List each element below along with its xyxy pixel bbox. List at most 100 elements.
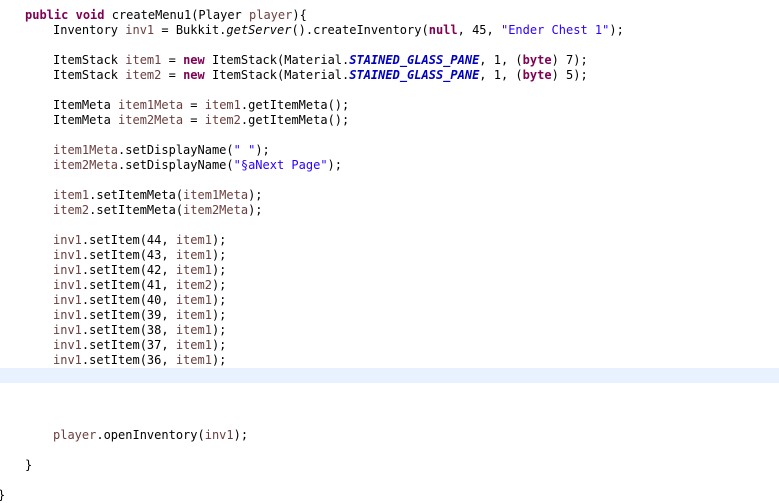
code-line[interactable]: player.openInventory(inv1); bbox=[0, 428, 779, 443]
code-text: inv1.setItem(40, item1); bbox=[53, 293, 226, 308]
code-token-plain: .setItem(44, bbox=[81, 233, 176, 247]
code-line[interactable]: public void createMenu1(Player player){ bbox=[0, 8, 779, 23]
code-token-plain: Inventory bbox=[53, 23, 126, 37]
code-line[interactable]: } bbox=[0, 488, 779, 503]
code-line[interactable] bbox=[0, 398, 779, 413]
code-token-kw: public bbox=[25, 8, 69, 22]
code-token-var: item1 bbox=[125, 53, 162, 67]
code-token-var: item1 bbox=[175, 308, 212, 322]
code-token-plain: ); bbox=[211, 233, 227, 247]
code-text: ItemMeta item1Meta = item1.getItemMeta()… bbox=[53, 98, 349, 113]
code-text: item2.setItemMeta(item2Meta); bbox=[53, 203, 263, 218]
code-token-plain: ); bbox=[211, 353, 227, 367]
code-text: } bbox=[0, 488, 5, 503]
code-line[interactable]: item2.setItemMeta(item2Meta); bbox=[0, 203, 779, 218]
code-token-plain: = bbox=[161, 53, 184, 67]
code-token-plain: .setItem(43, bbox=[81, 248, 176, 262]
code-token-plain: .setItem(42, bbox=[81, 263, 176, 277]
code-token-var: item2 bbox=[175, 278, 212, 292]
code-line[interactable]: inv1.setItem(44, item1); bbox=[0, 233, 779, 248]
code-token-plain: ); bbox=[211, 338, 227, 352]
code-text: ItemStack item1 = new ItemStack(Material… bbox=[53, 53, 588, 68]
code-token-var: inv1 bbox=[53, 338, 82, 352]
code-token-plain: .setItem(37, bbox=[81, 338, 176, 352]
code-token-const: STAINED_GLASS_PANE bbox=[349, 68, 480, 82]
code-text: player.openInventory(inv1); bbox=[53, 428, 248, 443]
code-line[interactable]: ItemMeta item2Meta = item2.getItemMeta()… bbox=[0, 113, 779, 128]
code-token-var: inv1 bbox=[53, 293, 82, 307]
code-token-const: STAINED_GLASS_PANE bbox=[349, 53, 480, 67]
code-token-var: inv1 bbox=[53, 353, 82, 367]
code-token-var: item1 bbox=[175, 353, 212, 367]
code-line[interactable] bbox=[0, 38, 779, 53]
code-token-plain: ); bbox=[233, 428, 249, 442]
code-token-plain: , 1, ( bbox=[479, 53, 523, 67]
code-token-var: inv1 bbox=[53, 263, 82, 277]
code-line[interactable]: inv1.setItem(40, item1); bbox=[0, 293, 779, 308]
code-line[interactable]: inv1.setItem(36, item1); bbox=[0, 353, 779, 368]
code-token-var: item1Meta bbox=[53, 143, 119, 157]
code-line[interactable]: Inventory inv1 = Bukkit.getServer().crea… bbox=[0, 23, 779, 38]
code-line[interactable] bbox=[0, 128, 779, 143]
code-token-plain: ){ bbox=[292, 8, 307, 22]
code-token-var: inv1 bbox=[53, 278, 82, 292]
code-token-plain: ) 5); bbox=[551, 68, 588, 82]
code-token-str: "Ender Chest 1" bbox=[500, 23, 610, 37]
code-line[interactable]: inv1.setItem(41, item2); bbox=[0, 278, 779, 293]
code-line[interactable]: inv1.setItem(37, item1); bbox=[0, 338, 779, 353]
code-line[interactable] bbox=[0, 218, 779, 233]
code-text: ItemStack item2 = new ItemStack(Material… bbox=[53, 68, 588, 83]
code-text: inv1.setItem(37, item1); bbox=[53, 338, 226, 353]
code-token-plain: ); bbox=[211, 263, 227, 277]
code-token-var: item1 bbox=[175, 323, 212, 337]
code-line[interactable] bbox=[0, 443, 779, 458]
code-editor[interactable]: public void createMenu1(Player player){I… bbox=[0, 0, 779, 502]
code-line[interactable] bbox=[0, 83, 779, 98]
code-token-var: item1Meta bbox=[183, 188, 249, 202]
code-line[interactable]: ItemStack item1 = new ItemStack(Material… bbox=[0, 53, 779, 68]
code-token-kw: new bbox=[183, 53, 205, 67]
code-token-plain: .setItem(38, bbox=[81, 323, 176, 337]
code-token-var: item1 bbox=[175, 233, 212, 247]
code-text: inv1.setItem(38, item1); bbox=[53, 323, 226, 338]
code-line[interactable] bbox=[0, 473, 779, 488]
code-token-var: inv1 bbox=[53, 248, 82, 262]
code-line[interactable]: } bbox=[0, 458, 779, 473]
code-line[interactable]: inv1.setItem(38, item1); bbox=[0, 323, 779, 338]
code-line[interactable]: item1Meta.setDisplayName(" "); bbox=[0, 143, 779, 158]
code-text: inv1.setItem(42, item1); bbox=[53, 263, 226, 278]
code-token-var: item2Meta bbox=[183, 203, 249, 217]
code-token-plain: ); bbox=[248, 203, 263, 217]
code-line[interactable] bbox=[0, 413, 779, 428]
code-token-plain: ItemMeta bbox=[53, 113, 119, 127]
code-token-var: inv1 bbox=[53, 233, 82, 247]
code-token-plain: ); bbox=[248, 188, 263, 202]
code-token-plain: ); bbox=[211, 308, 227, 322]
code-token-var: inv1 bbox=[125, 23, 155, 37]
code-line[interactable]: inv1.setItem(42, item1); bbox=[0, 263, 779, 278]
code-line[interactable]: inv1.setItem(39, item1); bbox=[0, 308, 779, 323]
code-token-kw: byte bbox=[522, 53, 552, 67]
code-token-plain: .setDisplayName( bbox=[118, 143, 234, 157]
code-token-plain: .setItem(41, bbox=[81, 278, 176, 292]
code-line[interactable]: ItemStack item2 = new ItemStack(Material… bbox=[0, 68, 779, 83]
code-line[interactable]: inv1.setItem(43, item1); bbox=[0, 248, 779, 263]
code-text: inv1.setItem(43, item1); bbox=[53, 248, 226, 263]
code-token-var: item1 bbox=[53, 188, 90, 202]
code-line[interactable]: item1.setItemMeta(item1Meta); bbox=[0, 188, 779, 203]
code-line[interactable] bbox=[0, 383, 779, 398]
code-token-plain: } bbox=[0, 488, 5, 502]
code-token-plain: ItemStack(Material. bbox=[204, 68, 350, 82]
code-token-plain: createMenu1(Player bbox=[104, 8, 249, 22]
code-line[interactable]: item2Meta.setDisplayName("§aNext Page"); bbox=[0, 158, 779, 173]
code-token-plain: ); bbox=[255, 143, 270, 157]
code-text: Inventory inv1 = Bukkit.getServer().crea… bbox=[53, 23, 624, 38]
code-line[interactable]: ItemMeta item1Meta = item1.getItemMeta()… bbox=[0, 98, 779, 113]
current-line[interactable] bbox=[0, 368, 779, 383]
code-token-var: player bbox=[53, 428, 97, 442]
code-token-plain: .getItemMeta(); bbox=[240, 98, 350, 112]
code-text: } bbox=[25, 458, 32, 473]
code-line[interactable] bbox=[0, 173, 779, 188]
code-token-var: item1 bbox=[175, 338, 212, 352]
code-token-plain: ItemMeta bbox=[53, 98, 119, 112]
